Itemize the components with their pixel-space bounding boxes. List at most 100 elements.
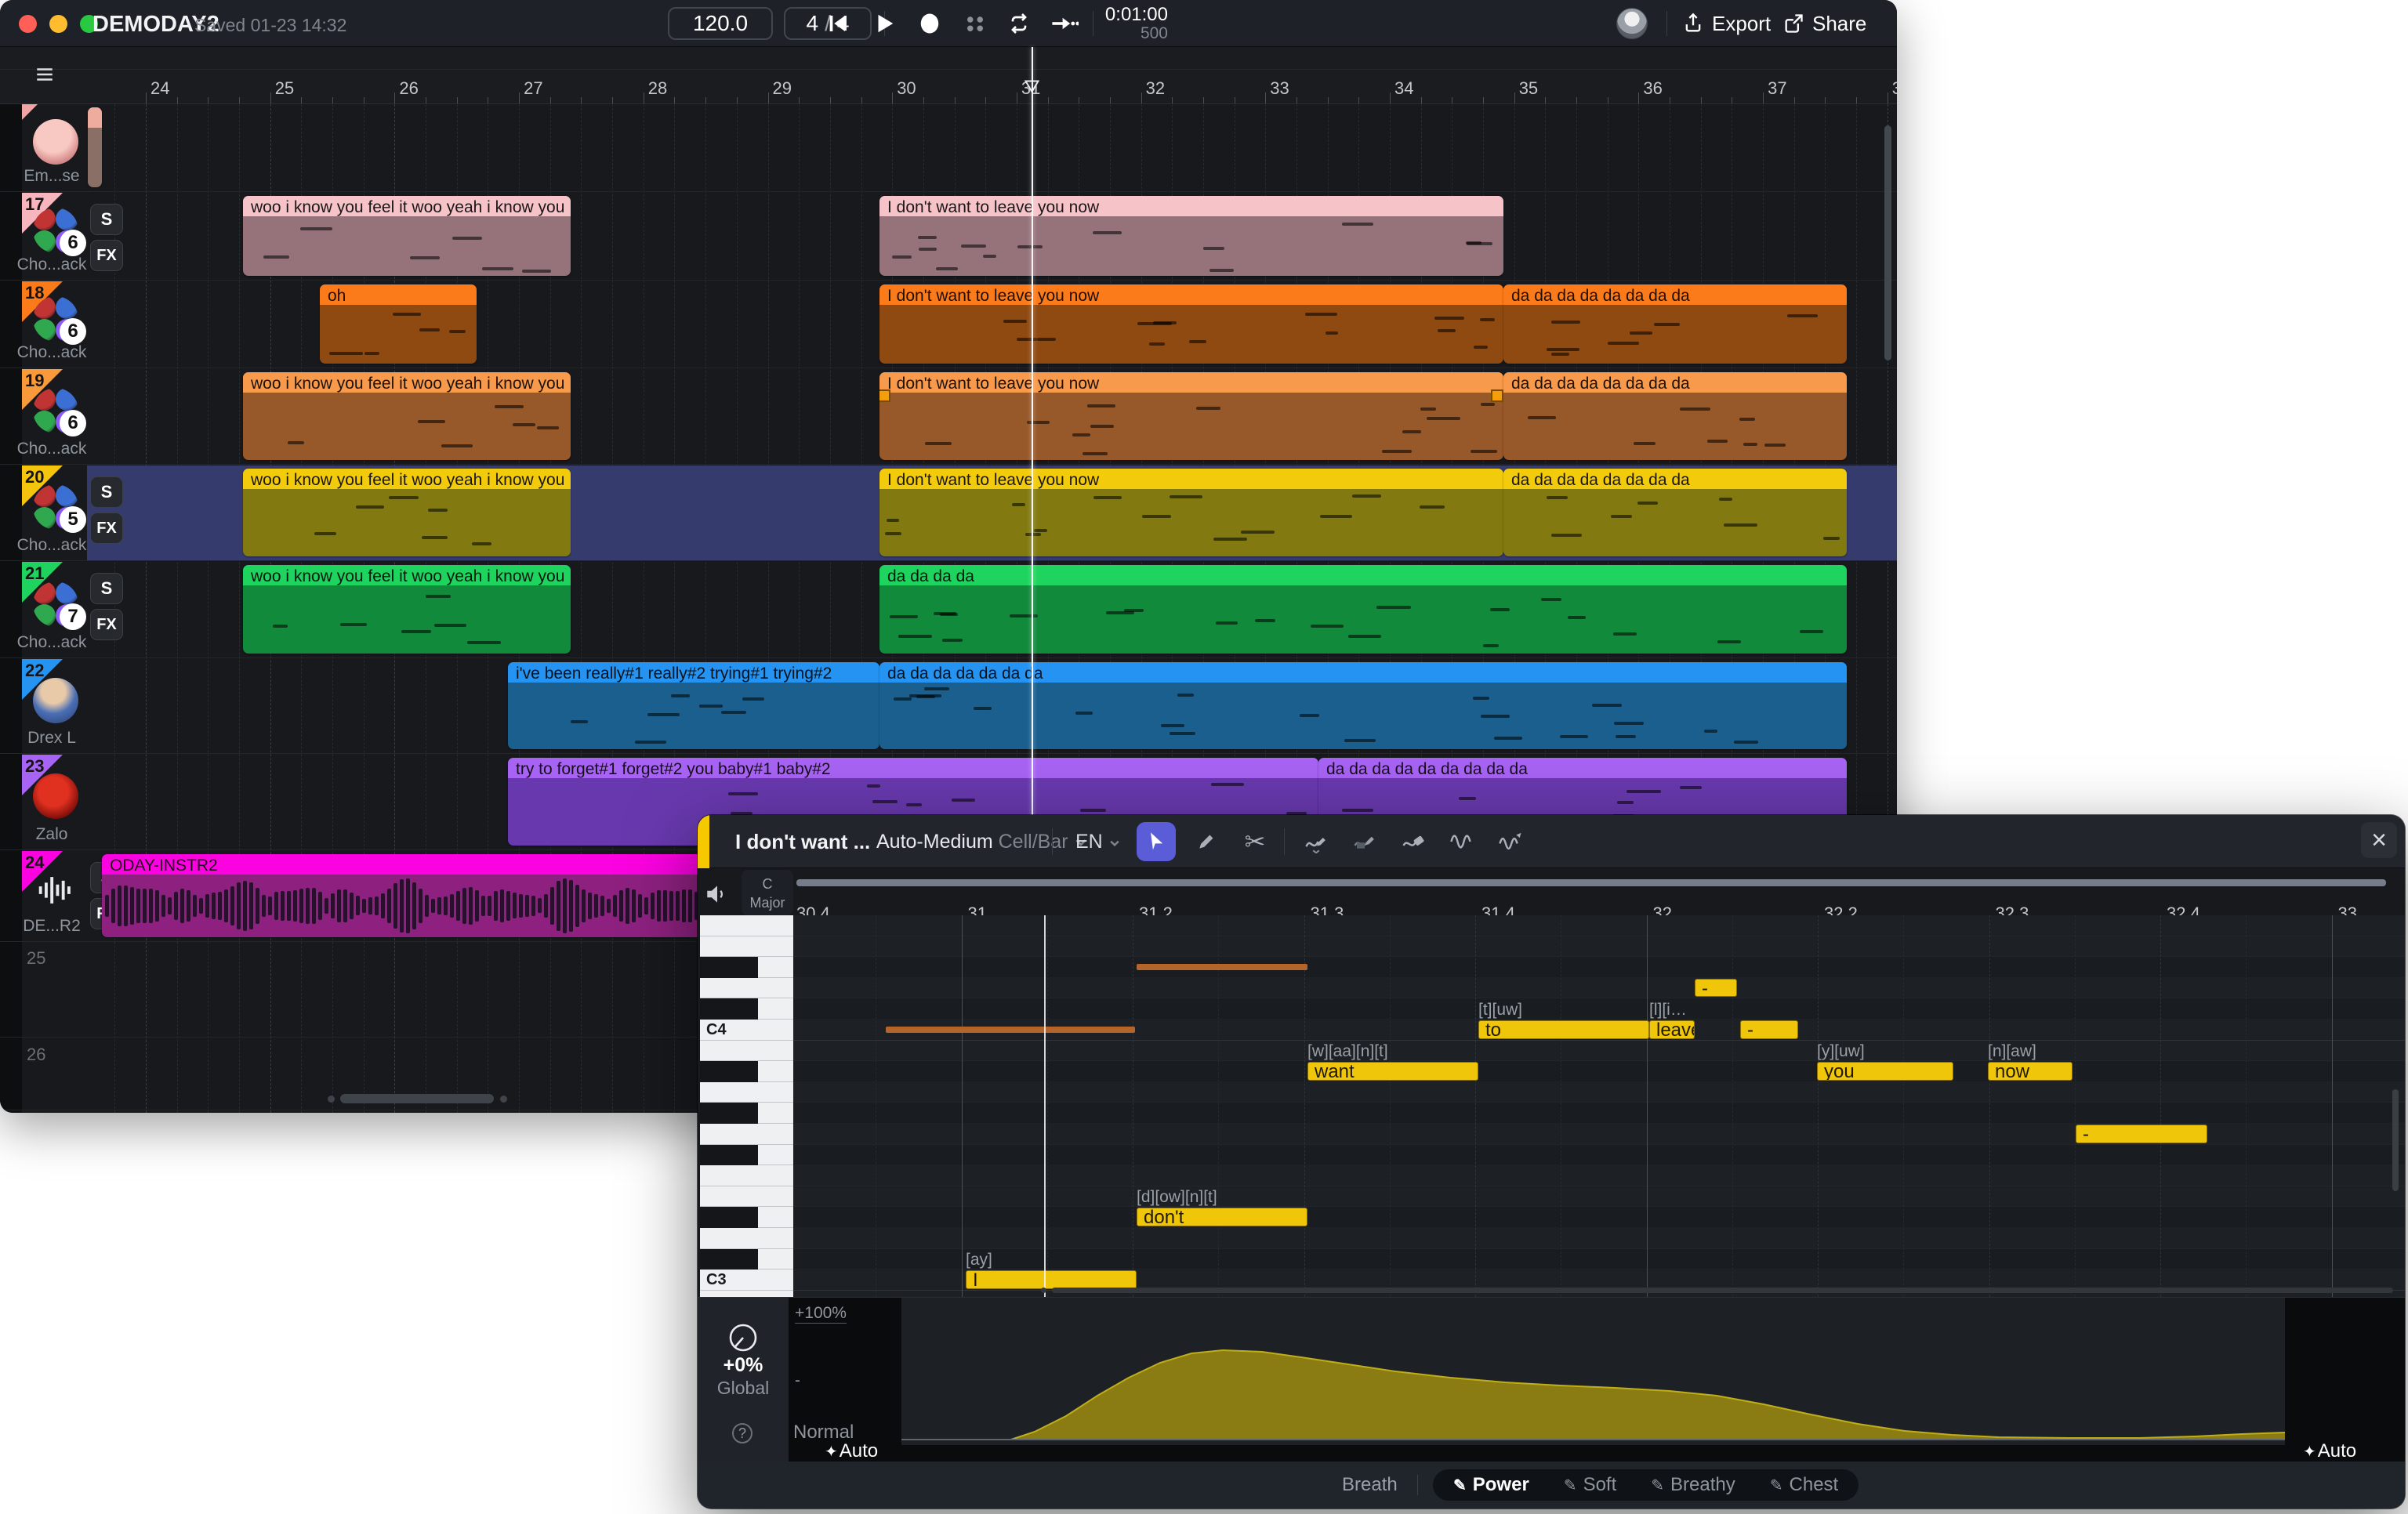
- style-pill-breathy[interactable]: ✎Breathy: [1651, 1474, 1735, 1496]
- scissors-tool[interactable]: ✂: [1235, 822, 1275, 861]
- vibrato-tool[interactable]: [1442, 822, 1481, 861]
- white-key[interactable]: [700, 1228, 793, 1249]
- close-editor-button[interactable]: ×: [2361, 822, 2397, 858]
- black-key[interactable]: [700, 1145, 793, 1166]
- white-key[interactable]: [700, 1082, 793, 1103]
- clip[interactable]: woo i know you feel it woo yeah i know y…: [243, 372, 571, 460]
- white-key[interactable]: [700, 936, 793, 958]
- clip[interactable]: oh: [320, 284, 477, 364]
- note[interactable]: you: [1817, 1062, 1953, 1081]
- track-avatar[interactable]: [33, 119, 78, 165]
- track-row[interactable]: Em...se: [0, 104, 1897, 192]
- track-avatar[interactable]: [33, 678, 78, 723]
- key-scale-selector[interactable]: C Major: [742, 870, 793, 915]
- tempo-field[interactable]: 120.0: [668, 7, 773, 40]
- track-row[interactable]: 205Cho...ackSFXwoo i know you feel it wo…: [0, 465, 1897, 561]
- track-row[interactable]: 22Drex Li've been really#1 really#2 tryi…: [0, 659, 1897, 754]
- editor-overview-scrollbar[interactable]: [796, 879, 2386, 886]
- export-button[interactable]: Export: [1682, 8, 1771, 39]
- clip-resize-handle[interactable]: [879, 389, 890, 402]
- metronome-icon[interactable]: [959, 9, 991, 38]
- note[interactable]: I: [966, 1270, 1137, 1289]
- menu-button[interactable]: [34, 64, 55, 85]
- clip[interactable]: da da da da da da da da: [1503, 284, 1847, 364]
- clip[interactable]: [88, 107, 102, 187]
- white-key[interactable]: [700, 915, 793, 936]
- share-button[interactable]: Share: [1782, 8, 1866, 39]
- note[interactable]: to: [1478, 1020, 1649, 1039]
- black-key[interactable]: [700, 998, 793, 1020]
- pointer-tool[interactable]: [1137, 822, 1176, 861]
- language-selector[interactable]: EN: [1075, 831, 1121, 853]
- clip[interactable]: I don't want to leave you now: [879, 469, 1503, 556]
- clip[interactable]: I don't want to leave you now: [879, 372, 1503, 460]
- parameter-plot[interactable]: +100% - Normal: [789, 1298, 2405, 1445]
- auto-button-left[interactable]: ✦Auto: [825, 1440, 878, 1462]
- timeline-ruler[interactable]: 242526272829303132333435363738: [0, 47, 1897, 104]
- black-key[interactable]: [700, 1061, 793, 1082]
- play-button[interactable]: [869, 9, 900, 38]
- editor-vertical-scrollbar[interactable]: [2392, 1089, 2399, 1191]
- speaker-icon[interactable]: [704, 881, 731, 907]
- hscroll-dot[interactable]: [500, 1096, 507, 1103]
- fx-button[interactable]: FX: [90, 240, 123, 271]
- editor-hscroll-dot[interactable]: [1041, 1288, 1046, 1293]
- hscroll-dot[interactable]: [328, 1096, 335, 1103]
- note[interactable]: leave: [1649, 1020, 1695, 1039]
- white-key[interactable]: [700, 1291, 793, 1297]
- draw-automation-tool[interactable]: [1296, 822, 1336, 861]
- editor-horizontal-scrollbar[interactable]: [1052, 1288, 2393, 1293]
- fx-button[interactable]: FX: [90, 609, 123, 640]
- pencil-tool[interactable]: [1187, 822, 1226, 861]
- black-key[interactable]: [700, 1249, 793, 1270]
- white-key[interactable]: [700, 1041, 793, 1062]
- clip[interactable]: I don't want to leave you now: [879, 284, 1503, 364]
- clip[interactable]: da da da da: [879, 565, 1847, 654]
- black-key[interactable]: [700, 957, 793, 978]
- global-param-knob[interactable]: [727, 1321, 760, 1354]
- record-button[interactable]: [914, 9, 945, 38]
- note[interactable]: -: [1740, 1020, 1798, 1039]
- solo-button[interactable]: S: [90, 573, 123, 604]
- note[interactable]: now: [1988, 1062, 2073, 1081]
- loop-icon[interactable]: [1003, 9, 1035, 38]
- clip[interactable]: woo i know you feel it woo yeah i know y…: [243, 196, 571, 276]
- white-key[interactable]: [700, 1124, 793, 1145]
- white-key[interactable]: [700, 1186, 793, 1208]
- track-row[interactable]: 186Cho...ackohI don't want to leave you …: [0, 281, 1897, 368]
- note[interactable]: don't: [1137, 1208, 1307, 1226]
- pitch-transition-tool[interactable]: [1491, 822, 1530, 861]
- anchor-automation-tool[interactable]: [1345, 822, 1384, 861]
- clip[interactable]: da da da da da da da da: [1503, 372, 1847, 460]
- track-row[interactable]: 196Cho...ackwoo i know you feel it woo y…: [0, 369, 1897, 465]
- clip[interactable]: woo i know you feel it woo yeah i know y…: [243, 565, 571, 654]
- skip-to-start-button[interactable]: [821, 9, 853, 38]
- solo-button[interactable]: S: [90, 476, 123, 508]
- white-key[interactable]: [700, 1165, 793, 1186]
- track-row[interactable]: 176Cho...ackSFXwoo i know you feel it wo…: [0, 193, 1897, 281]
- clip[interactable]: da da da da da da da da: [1503, 469, 1847, 556]
- autoscroll-icon[interactable]: [1049, 9, 1080, 38]
- clip[interactable]: I don't want to leave you now: [879, 196, 1503, 276]
- breath-tab[interactable]: Breath: [1342, 1474, 1398, 1496]
- pitch-mode-selector[interactable]: Auto-Medium Cell/Bar: [876, 831, 1088, 853]
- black-key[interactable]: [700, 1103, 793, 1124]
- vertical-scrollbar[interactable]: [1884, 125, 1891, 360]
- note-grid[interactable]: I[ay]don't[d][ow][n][t]want[w][aa][n][t]…: [793, 915, 2405, 1297]
- clip[interactable]: woo i know you feel it woo yeah i know y…: [243, 469, 571, 556]
- track-row[interactable]: 217Cho...ackSFXwoo i know you feel it wo…: [0, 562, 1897, 658]
- auto-button-right[interactable]: ✦Auto: [2303, 1440, 2356, 1462]
- style-pill-power[interactable]: ✎Power: [1453, 1474, 1529, 1496]
- black-key[interactable]: [700, 1207, 793, 1228]
- help-icon[interactable]: ?: [732, 1423, 752, 1443]
- clip[interactable]: da da da da da da da: [879, 662, 1847, 749]
- white-key[interactable]: C3: [700, 1270, 793, 1291]
- horizontal-scrollbar[interactable]: [340, 1094, 494, 1103]
- solo-button[interactable]: S: [90, 204, 123, 235]
- note[interactable]: -: [2076, 1125, 2207, 1143]
- style-pill-chest[interactable]: ✎Chest: [1770, 1474, 1838, 1496]
- editor-playhead[interactable]: [1044, 915, 1046, 1297]
- note[interactable]: -: [1695, 979, 1737, 998]
- piano-keys[interactable]: C4 C3: [700, 915, 793, 1297]
- white-key[interactable]: C4: [700, 1020, 793, 1041]
